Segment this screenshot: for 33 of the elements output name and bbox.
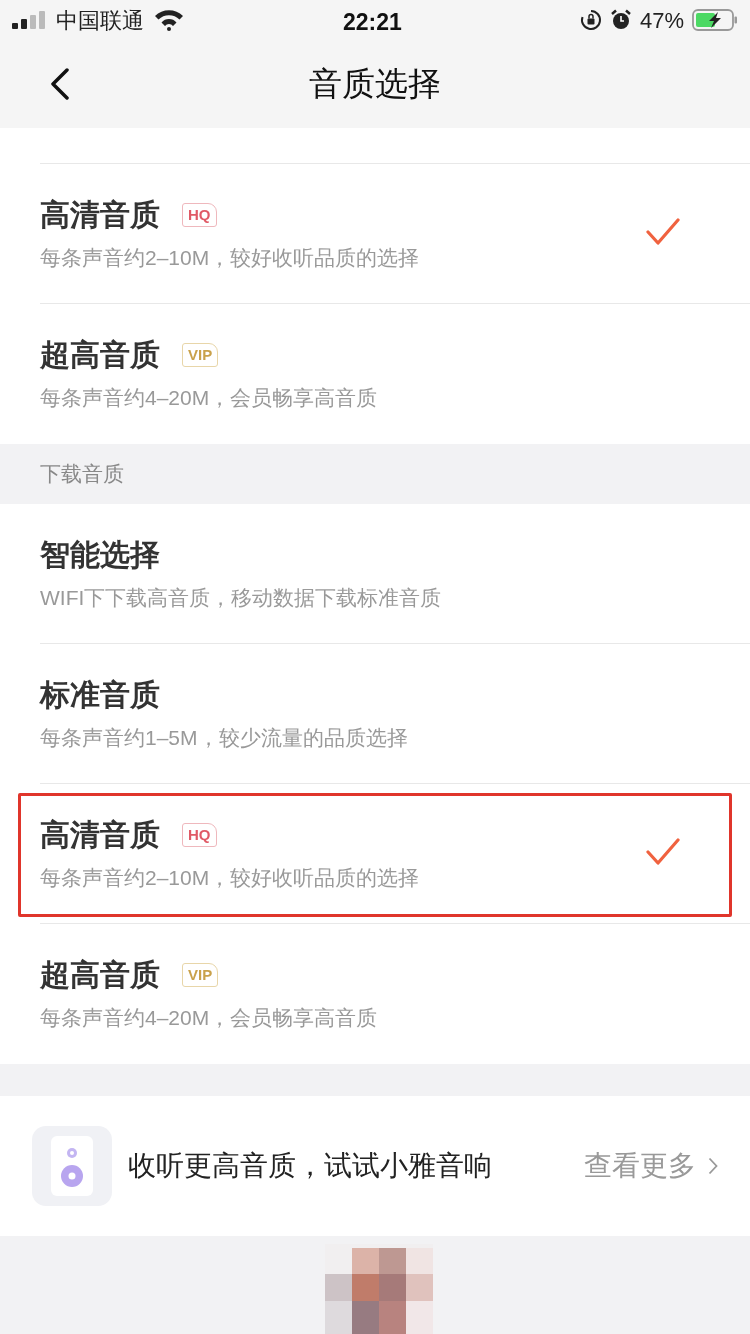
wifi-icon — [154, 9, 184, 31]
status-time: 22:21 — [343, 8, 402, 37]
option-title: 智能选择 — [40, 536, 160, 573]
option-description: WIFI下下载高音质，移动数据下载标准音质 — [40, 584, 442, 611]
page-title: 音质选择 — [309, 64, 441, 105]
promo-card[interactable]: 收听更高音质，试试小雅音响 查看更多 — [0, 1096, 750, 1236]
option-title: 高清音质 — [40, 816, 160, 853]
checkmark-icon — [646, 838, 680, 866]
option-description: 每条声音约4–20M，会员畅享高音质 — [40, 1005, 378, 1031]
promo-text: 收听更高音质，试试小雅音响 — [128, 1149, 492, 1183]
quality-badge: HQ — [182, 822, 217, 847]
quality-badge: VIP — [182, 343, 219, 367]
option-description: 每条声音约1–5M，较少流量的品质选择 — [40, 724, 408, 751]
section-header: 下载音质 — [40, 461, 124, 488]
quality-badge: HQ — [182, 202, 217, 227]
option-title: 超高音质 — [40, 957, 160, 993]
option-description: 每条声音约2–10M，较好收听品质的选择 — [40, 864, 420, 891]
speaker-icon — [32, 1126, 112, 1206]
option-description: 每条声音约2–10M，较好收听品质的选择 — [40, 244, 420, 271]
checkmark-icon — [646, 218, 680, 246]
quality-badge: VIP — [182, 963, 219, 987]
option-title: 超高音质 — [40, 337, 160, 373]
battery-percent: 47% — [639, 6, 684, 35]
battery-charging-icon — [692, 9, 738, 31]
option-description: 每条声音约4–20M，会员畅享高音质 — [40, 385, 378, 411]
chevron-right-icon — [708, 1157, 718, 1175]
option-title: 标准音质 — [40, 676, 160, 713]
signal-icon — [12, 11, 48, 29]
alarm-icon — [609, 9, 632, 31]
option-title: 高清音质 — [40, 196, 160, 233]
carrier-name: 中国联通 — [56, 6, 144, 35]
back-icon[interactable] — [50, 68, 70, 100]
rotation-lock-icon — [579, 9, 602, 31]
